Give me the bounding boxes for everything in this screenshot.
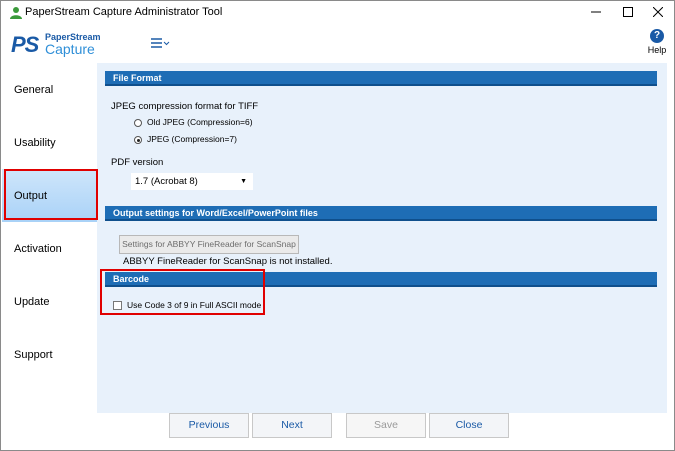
sidebar-item-label: Support [14, 348, 53, 361]
footer: Previous Next Save Close [2, 413, 674, 450]
app-header: PS PaperStream Capture ? Help [1, 25, 674, 63]
hamburger-menu-icon [149, 38, 171, 54]
save-button[interactable]: Save [346, 413, 426, 438]
output-settings-header: Output settings for Word/Excel/PowerPoin… [105, 206, 657, 221]
help-label: Help [647, 45, 667, 55]
old-jpeg-label[interactable]: Old JPEG (Compression=6) [147, 117, 253, 127]
app-window: PaperStream Capture Administrator Tool P… [0, 0, 675, 451]
abbyy-status-text: ABBYY FineReader for ScanSnap is not ins… [123, 256, 333, 267]
jpeg-radio[interactable] [134, 136, 142, 144]
jpeg-compression-label: JPEG compression format for TIFF [111, 101, 259, 112]
help-icon: ? [650, 29, 664, 43]
next-button[interactable]: Next [252, 413, 332, 438]
minimize-button[interactable] [581, 1, 611, 25]
close-window-button[interactable] [643, 1, 673, 25]
window-title: PaperStream Capture Administrator Tool [25, 6, 223, 18]
jpeg-label[interactable]: JPEG (Compression=7) [147, 134, 237, 144]
menu-button[interactable] [149, 35, 171, 51]
title-bar: PaperStream Capture Administrator Tool [1, 1, 674, 25]
barcode-highlight-box [100, 269, 265, 315]
pdf-version-select[interactable]: 1.7 (Acrobat 8) ▼ [131, 173, 253, 190]
sidebar-item-activation[interactable]: Activation [2, 222, 97, 275]
settings-panel: File Format JPEG compression format for … [97, 63, 667, 413]
previous-button[interactable]: Previous [169, 413, 249, 438]
logo-text-bottom: Capture [45, 41, 95, 57]
maximize-button[interactable] [613, 1, 643, 25]
close-icon [652, 6, 664, 20]
pdf-version-label: PDF version [111, 157, 164, 168]
sidebar: General Usability Output Activation Upda… [2, 63, 97, 413]
pdf-version-value: 1.7 (Acrobat 8) [135, 176, 198, 187]
maximize-icon [623, 6, 633, 20]
sidebar-item-label: General [14, 83, 54, 96]
sidebar-item-label: Update [14, 295, 50, 308]
paperstream-logo: PS PaperStream Capture [11, 28, 101, 58]
help-button[interactable]: ? Help [645, 29, 669, 61]
sidebar-item-label: Usability [14, 136, 56, 149]
sidebar-item-general[interactable]: General [2, 63, 97, 116]
minimize-icon [591, 7, 601, 20]
output-highlight-box [4, 169, 98, 220]
old-jpeg-radio[interactable] [134, 119, 142, 127]
sidebar-item-update[interactable]: Update [2, 275, 97, 328]
sidebar-item-usability[interactable]: Usability [2, 116, 97, 169]
file-format-header: File Format [105, 71, 657, 86]
app-user-icon [9, 6, 23, 20]
sidebar-item-support[interactable]: Support [2, 328, 97, 381]
dropdown-arrow-icon: ▼ [240, 178, 247, 185]
logo-mark: PS [11, 32, 39, 57]
abbyy-settings-button[interactable]: Settings for ABBYY FineReader for ScanSn… [119, 235, 299, 254]
close-button[interactable]: Close [429, 413, 509, 438]
sidebar-item-label: Activation [14, 242, 62, 255]
